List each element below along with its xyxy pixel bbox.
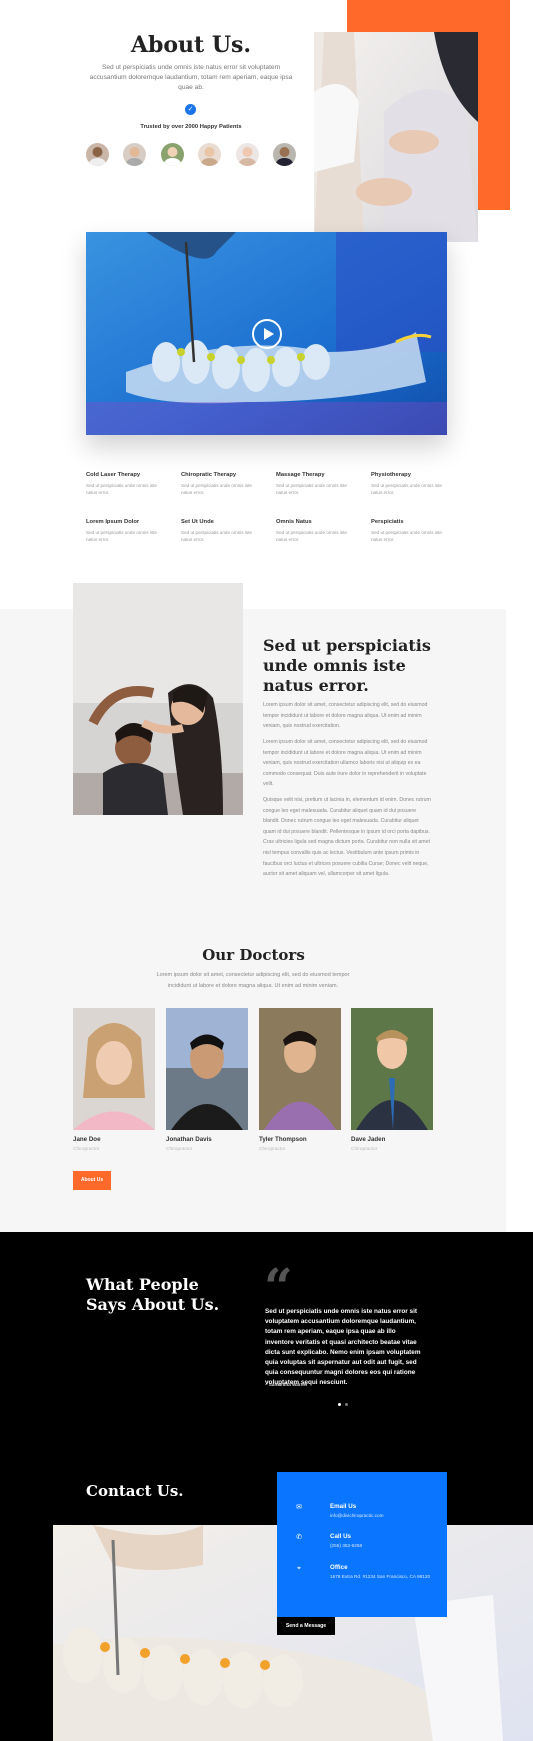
service-description: Sed ut perspiciatis unde omnis iste natu… (181, 530, 252, 542)
envelope-icon: ✉ (296, 1504, 302, 1511)
service-title: Chiropratic Therapy (181, 472, 237, 478)
contact-heading: Contact Us. (86, 1482, 184, 1500)
about-us-button[interactable]: About Us (73, 1171, 111, 1190)
service-title: Perspiciatis (371, 519, 404, 525)
testimonial-quote: Sed ut perspiciatis unde omnis iste natu… (265, 1308, 421, 1387)
doctor-card[interactable]: Tyler Thompson Chiropractor (259, 1008, 341, 1152)
play-icon (264, 327, 274, 340)
doctor-photo (166, 1008, 248, 1130)
doctor-name: Jonathan Davis (166, 1136, 212, 1143)
intro-paragraph: Lorem ipsum dolor sit amet, consectetur … (263, 702, 428, 730)
contact-label: Email Us (330, 1503, 357, 1510)
contact-card: ✉ Email Us info@divichiropractic.com ✆ C… (277, 1472, 447, 1617)
service-item: Cold Laser Therapy Sed ut perspiciatis un… (86, 472, 181, 496)
doctor-card[interactable]: Jonathan Davis Chiropractor (166, 1008, 248, 1152)
service-description: Sed ut perspiciatis unde omnis iste natu… (86, 530, 157, 542)
avatar (235, 143, 259, 166)
testimonial-author: – Samantha Warner (265, 1382, 308, 1387)
stretching-photo (73, 583, 243, 815)
intro-paragraph: Lorem ipsum dolor sit amet, consectetur … (263, 739, 428, 788)
service-title: Cold Laser Therapy (86, 472, 141, 478)
intro-heading: Sed ut perspiciatis unde omnis iste natu… (263, 636, 431, 695)
doctor-role: Chiropractor (166, 1147, 193, 1152)
contact-value: (255) 352-6258 (330, 1543, 363, 1548)
about-photo (314, 32, 478, 242)
service-description: Sed ut perspiciatis unde omnis iste natu… (276, 530, 347, 542)
services-grid: Cold Laser Therapy Sed ut perspiciatis un… (86, 472, 448, 543)
doctor-name: Jane Doe (73, 1136, 101, 1143)
service-title: Physiotherapy (371, 472, 411, 478)
play-button[interactable] (252, 319, 282, 349)
contact-label: Office (330, 1564, 348, 1571)
service-title: Omnis Natus (276, 519, 312, 525)
doctor-role: Chiropractor (73, 1147, 100, 1152)
service-item: Lorem Ipsum Dolor Sed ut perspiciatis und… (86, 519, 181, 543)
service-description: Sed ut perspiciatis unde omnis iste natu… (86, 483, 157, 495)
doctor-photo (351, 1008, 433, 1130)
doctor-card[interactable]: Jane Doe Chiropractor (73, 1008, 155, 1152)
contact-value: 1678 Extra Rd. #1234 San Francisco, CA 9… (330, 1574, 431, 1579)
doctor-photo (73, 1008, 155, 1130)
slider-dot[interactable] (345, 1403, 348, 1406)
service-item: Massage Therapy Sed ut perspiciatis unde … (276, 472, 371, 496)
contact-label: Call Us (330, 1533, 351, 1540)
service-title: Massage Therapy (276, 472, 325, 478)
service-description: Sed ut perspiciatis unde omnis iste natu… (371, 530, 442, 542)
doctor-role: Chiropractor (259, 1147, 286, 1152)
avatar (123, 143, 147, 166)
doctors-title: Our Doctors (202, 946, 305, 964)
send-message-button[interactable]: Send a Message (277, 1617, 335, 1635)
avatar (86, 143, 109, 166)
service-description: Sed ut perspiciatis unde omnis iste natu… (181, 483, 252, 495)
service-description: Sed ut perspiciatis unde omnis iste natu… (371, 483, 442, 495)
service-item: Physiotherapy Sed ut perspiciatis unde om… (371, 472, 466, 496)
slider-dot-active[interactable] (338, 1403, 341, 1406)
doctor-name: Dave Jaden (351, 1136, 386, 1143)
trusted-label: Trusted by over 2000 Happy Patients (140, 124, 242, 130)
doctor-card[interactable]: Dave Jaden Chiropractor (351, 1008, 433, 1152)
avatar (160, 143, 184, 166)
service-description: Sed ut perspiciatis unde omnis iste natu… (276, 483, 347, 495)
service-item: Omnis Natus Sed ut perspiciatis unde omni… (276, 519, 371, 543)
doctor-photo (259, 1008, 341, 1130)
map-pin-icon: ⌖ (297, 1565, 301, 1572)
service-title: Set Ut Unde (181, 519, 214, 525)
avatar (198, 143, 222, 166)
about-title: About Us. (130, 32, 252, 58)
doctor-name: Tyler Thompson (259, 1136, 307, 1143)
service-title: Lorem Ipsum Dolor (86, 519, 140, 525)
service-item: Chiropratic Therapy Sed ut perspiciatis u… (181, 472, 276, 496)
quote-icon: “ (264, 1257, 293, 1316)
intro-paragraph: Quisque velit nisi, pretium ut lacinia i… (263, 797, 431, 878)
contact-value: info@divichiropractic.com (330, 1513, 384, 1518)
phone-icon: ✆ (296, 1534, 302, 1541)
slider-dots (338, 1403, 348, 1406)
doctors-description: Lorem ipsum dolor sit amet, consectetur … (156, 972, 350, 989)
service-item: Set Ut Unde Sed ut perspiciatis unde omni… (181, 519, 276, 543)
patient-avatars (86, 143, 296, 166)
avatar (272, 143, 296, 166)
check-icon: ✓ (185, 104, 196, 115)
about-description: Sed ut perspiciatis unde omnis iste natu… (89, 64, 293, 91)
service-item: Perspiciatis Sed ut perspiciatis unde omn… (371, 519, 466, 543)
testimonial-heading: What People Says About Us. (86, 1275, 220, 1314)
doctor-role: Chiropractor (351, 1147, 378, 1152)
